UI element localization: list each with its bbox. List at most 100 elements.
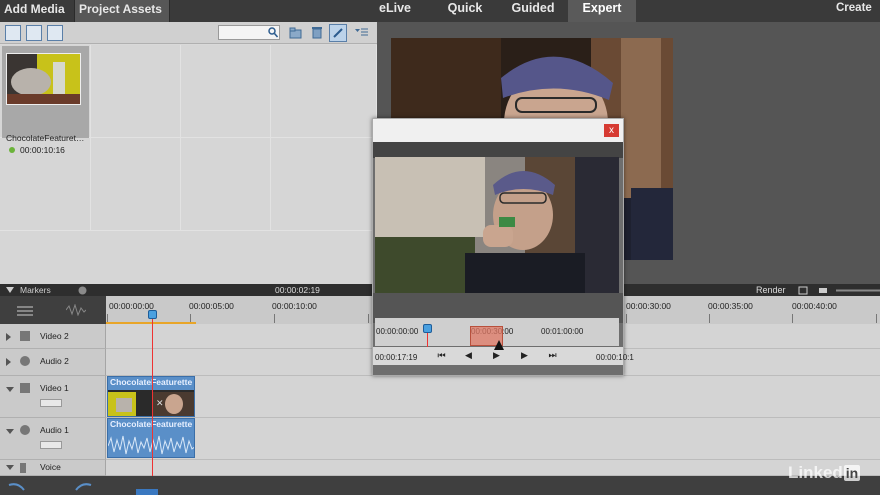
microphone-icon — [20, 463, 26, 473]
add-media-button[interactable]: Add Media — [0, 0, 73, 31]
track-lane-video-1[interactable] — [106, 376, 880, 418]
watermark-text: Linked — [788, 463, 843, 482]
step-forward-button[interactable]: ▶ — [519, 350, 530, 360]
delete-icon[interactable] — [311, 26, 323, 39]
expand-arrow-icon[interactable] — [6, 333, 11, 341]
render-button[interactable]: Render — [756, 284, 786, 296]
track-lane-audio-1[interactable] — [106, 418, 880, 460]
expand-arrow-icon[interactable] — [6, 358, 11, 366]
track-header-video-2[interactable]: Video 2 — [0, 324, 106, 349]
dialog-titlebar[interactable] — [373, 119, 623, 142]
collapse-arrow-icon[interactable] — [6, 429, 14, 434]
speaker-icon — [20, 356, 30, 366]
watermark-in: in — [843, 465, 861, 481]
grid-cell — [91, 45, 181, 138]
collapse-arrow-icon[interactable] — [6, 387, 14, 392]
asset-status-dot — [9, 147, 15, 153]
image-filter-icon[interactable] — [26, 25, 42, 41]
track-lane-voice[interactable] — [106, 460, 880, 476]
preview-video-frame — [375, 157, 619, 293]
track-name: Audio 2 — [40, 356, 69, 366]
dialog-spacer — [373, 142, 623, 158]
track-name: Video 1 — [40, 383, 69, 393]
ruler-label: 00:00:05:00 — [189, 301, 234, 311]
audio-clip[interactable]: ChocolateFeaturette — [107, 418, 195, 458]
tab-guided[interactable]: Guided — [504, 0, 562, 22]
track-name: Audio 1 — [40, 425, 69, 435]
track-header-voice[interactable]: Voice — [0, 460, 106, 476]
pin-icon — [333, 28, 343, 38]
markers-menu[interactable]: Markers — [20, 284, 51, 296]
track-name: Video 2 — [40, 331, 69, 341]
step-back-button[interactable]: ◀ — [463, 350, 474, 360]
tab-expert[interactable]: Expert — [568, 0, 636, 22]
search-icon[interactable] — [268, 27, 278, 38]
ruler-tick — [368, 314, 369, 323]
collapse-arrow-icon[interactable] — [6, 465, 14, 470]
ruler-tick — [792, 314, 793, 323]
ruler-tools — [0, 296, 106, 324]
organizer-button[interactable] — [136, 489, 158, 495]
fit-icon[interactable] — [818, 286, 828, 295]
panel-menu-icon[interactable] — [355, 27, 369, 37]
grid-cell — [271, 138, 377, 231]
undo-icon[interactable] — [6, 480, 26, 492]
audio-filter-icon[interactable] — [47, 25, 63, 41]
video-track-icon — [20, 331, 30, 341]
zoom-slider[interactable] — [836, 286, 880, 295]
redo-icon[interactable] — [74, 480, 94, 492]
project-assets-button[interactable]: Project Assets — [74, 0, 170, 31]
render-settings-icon[interactable] — [798, 286, 808, 295]
tab-quick[interactable]: Quick — [440, 0, 490, 22]
track-header-video-1[interactable]: Video 1 — [0, 376, 106, 418]
asset-thumbnail[interactable] — [6, 53, 81, 105]
thumbnail-image — [7, 54, 80, 104]
ruler-tick — [626, 314, 627, 323]
tab-elive[interactable]: eLive — [370, 0, 420, 22]
track-settings-icon[interactable] — [17, 304, 33, 316]
track-name: Voice — [40, 462, 61, 472]
ruler-label: 00:00:30:00 — [626, 301, 671, 311]
project-assets-panel: ChocolateFeaturet… 00:00:10:16 — [0, 22, 377, 284]
project-assets-label: Project Assets — [79, 2, 162, 16]
playhead-line — [152, 311, 153, 476]
preview-dialog: x 00:00:00:00 00:00:30:00 00:01:00:00 — [372, 118, 634, 376]
list-view-icon[interactable] — [5, 25, 21, 41]
track-header-audio-1[interactable]: Audio 1 — [0, 418, 106, 460]
top-bar: Add Media Project Assets eLive Quick Gui… — [0, 0, 880, 31]
current-time: 00:00:17:19 — [375, 353, 418, 362]
ruler-tick — [274, 314, 275, 323]
preview-playhead-handle[interactable] — [423, 324, 432, 333]
keyframe-controls[interactable] — [40, 441, 62, 449]
playhead-handle[interactable] — [148, 310, 157, 319]
ruler-label: 00:00:00:00 — [109, 301, 154, 311]
grid-cell — [181, 138, 271, 231]
create-button[interactable]: Create — [836, 0, 872, 22]
play-button[interactable]: ▶ — [491, 350, 502, 360]
go-to-end-button[interactable]: ⏭ — [547, 350, 558, 360]
video-clip[interactable]: ChocolateFeaturette ✕ — [107, 376, 195, 417]
ruler-label: 00:00:10:00 — [272, 301, 317, 311]
marker-icon[interactable] — [78, 286, 87, 295]
assets-toolbar — [0, 22, 377, 44]
linkedin-watermark: Linked in — [788, 463, 861, 483]
video-track-icon — [20, 383, 30, 393]
ruler-label: 00:00:35:00 — [708, 301, 753, 311]
go-to-start-button[interactable]: ⏮ — [436, 350, 447, 360]
timeline-current-time: 00:00:02:19 — [275, 285, 320, 295]
close-button[interactable]: x — [604, 124, 619, 137]
scrub-end-time: 00:01:00:00 — [541, 327, 584, 336]
new-folder-icon[interactable] — [289, 26, 303, 39]
ruler-label: 00:00:40:00 — [792, 301, 837, 311]
speaker-icon — [20, 425, 30, 435]
keyframe-controls[interactable] — [40, 399, 62, 407]
pin-button[interactable] — [329, 24, 347, 42]
audio-waveform-icon[interactable] — [66, 304, 86, 316]
track-header-audio-2[interactable]: Audio 2 — [0, 349, 106, 376]
app-window: Add Media Project Assets eLive Quick Gui… — [0, 0, 880, 495]
asset-duration: 00:00:10:16 — [20, 145, 65, 155]
grid-cell — [91, 138, 181, 231]
end-time: 00:00:10:1 — [596, 353, 634, 362]
mouse-cursor — [494, 340, 504, 350]
collapse-arrow-icon[interactable] — [6, 287, 14, 293]
